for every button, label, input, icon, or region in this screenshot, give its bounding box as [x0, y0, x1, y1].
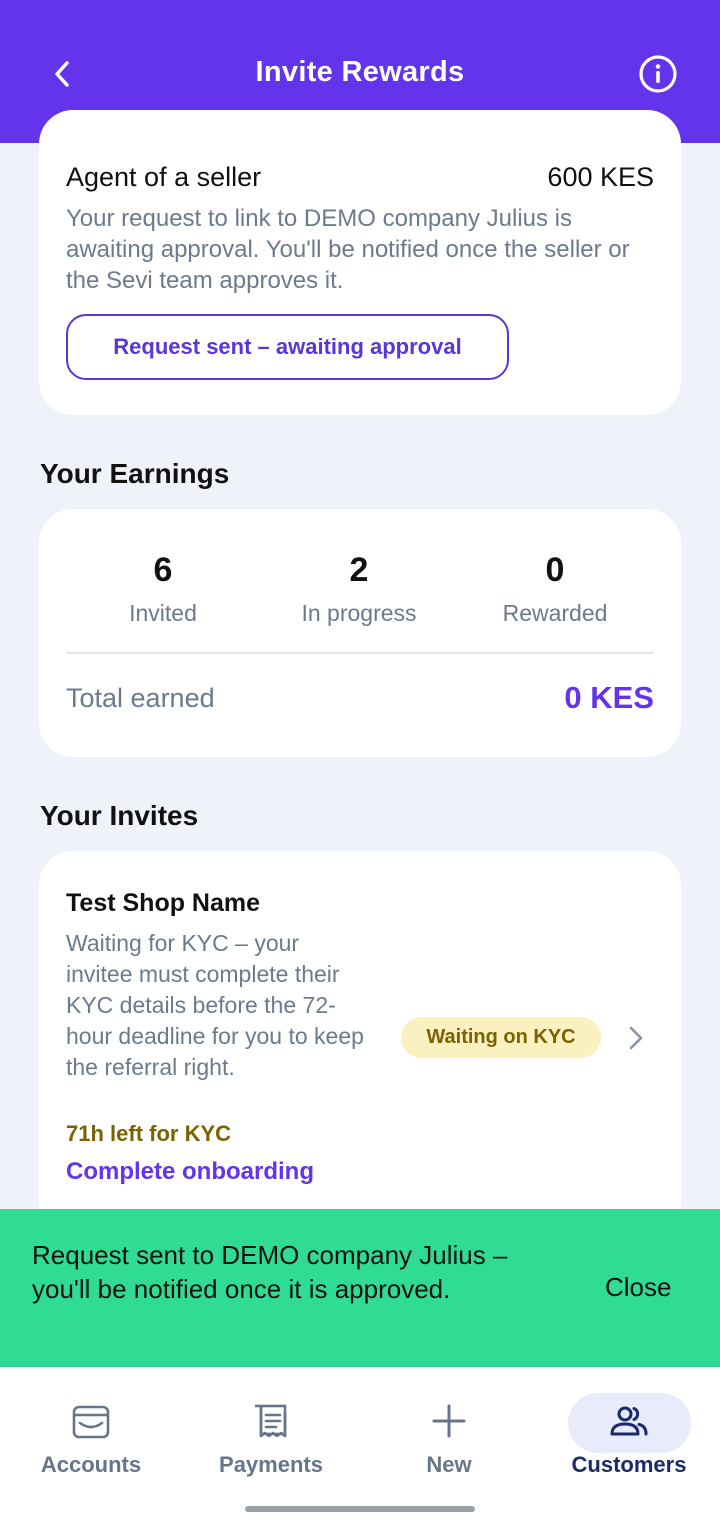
stat-in-progress-label: In progress [301, 600, 417, 626]
nav-item-customers[interactable]: Customers [549, 1396, 709, 1478]
home-indicator [245, 1506, 475, 1512]
earnings-divider [66, 652, 654, 654]
nav-label-customers: Customers [571, 1452, 687, 1477]
seller-request-description: Your request to link to DEMO company Jul… [66, 205, 630, 294]
stat-rewarded-value: 0 [545, 551, 565, 589]
nav-label-payments: Payments [219, 1452, 323, 1477]
stat-invited-label: Invited [129, 600, 197, 626]
plus-icon [432, 1404, 466, 1438]
chevron-right-icon[interactable] [624, 1024, 648, 1052]
wallet-icon [72, 1405, 110, 1439]
invite-shop-name: Test Shop Name [66, 889, 261, 917]
receipt-icon [255, 1404, 287, 1438]
total-earned-value: 0 KES [564, 680, 654, 715]
stat-rewarded: 0 Rewarded [455, 548, 655, 627]
nav-item-payments[interactable]: Payments [191, 1396, 351, 1478]
stat-invited: 6 Invited [63, 548, 263, 627]
nav-item-accounts[interactable]: Accounts [11, 1396, 171, 1478]
invites-section-title: Your Invites [40, 800, 199, 831]
stat-in-progress: 2 In progress [259, 548, 459, 627]
status-badge: Waiting on KYC [401, 1017, 601, 1058]
nav-label-accounts: Accounts [40, 1452, 142, 1477]
request-status-button[interactable]: Request sent – awaiting approval [66, 314, 509, 380]
snackbar-close-button[interactable]: Close [605, 1272, 671, 1303]
info-button[interactable] [636, 52, 680, 96]
stat-rewarded-label: Rewarded [502, 600, 608, 626]
snackbar-message: Request sent to DEMO company Julius – yo… [32, 1240, 508, 1304]
stat-invited-value: 6 [153, 551, 173, 589]
invite-deadline: 71h left for KYC [66, 1121, 232, 1146]
nav-label-new: New [426, 1452, 472, 1477]
earnings-card [39, 509, 681, 757]
seller-role-title: Agent of a seller [66, 162, 262, 192]
info-icon [639, 55, 677, 93]
complete-onboarding-link[interactable]: Complete onboarding [66, 1158, 314, 1186]
total-earned-label: Total earned [66, 683, 215, 713]
page-title: Invite Rewards [255, 56, 465, 88]
earnings-section-title: Your Earnings [40, 458, 230, 489]
nav-item-new[interactable]: New [369, 1396, 529, 1478]
seller-reward-amount: 600 KES [547, 162, 654, 192]
users-icon [610, 1406, 648, 1436]
invite-description: Waiting for KYC – your invitee must comp… [66, 930, 364, 1080]
stat-in-progress-value: 2 [349, 551, 369, 589]
